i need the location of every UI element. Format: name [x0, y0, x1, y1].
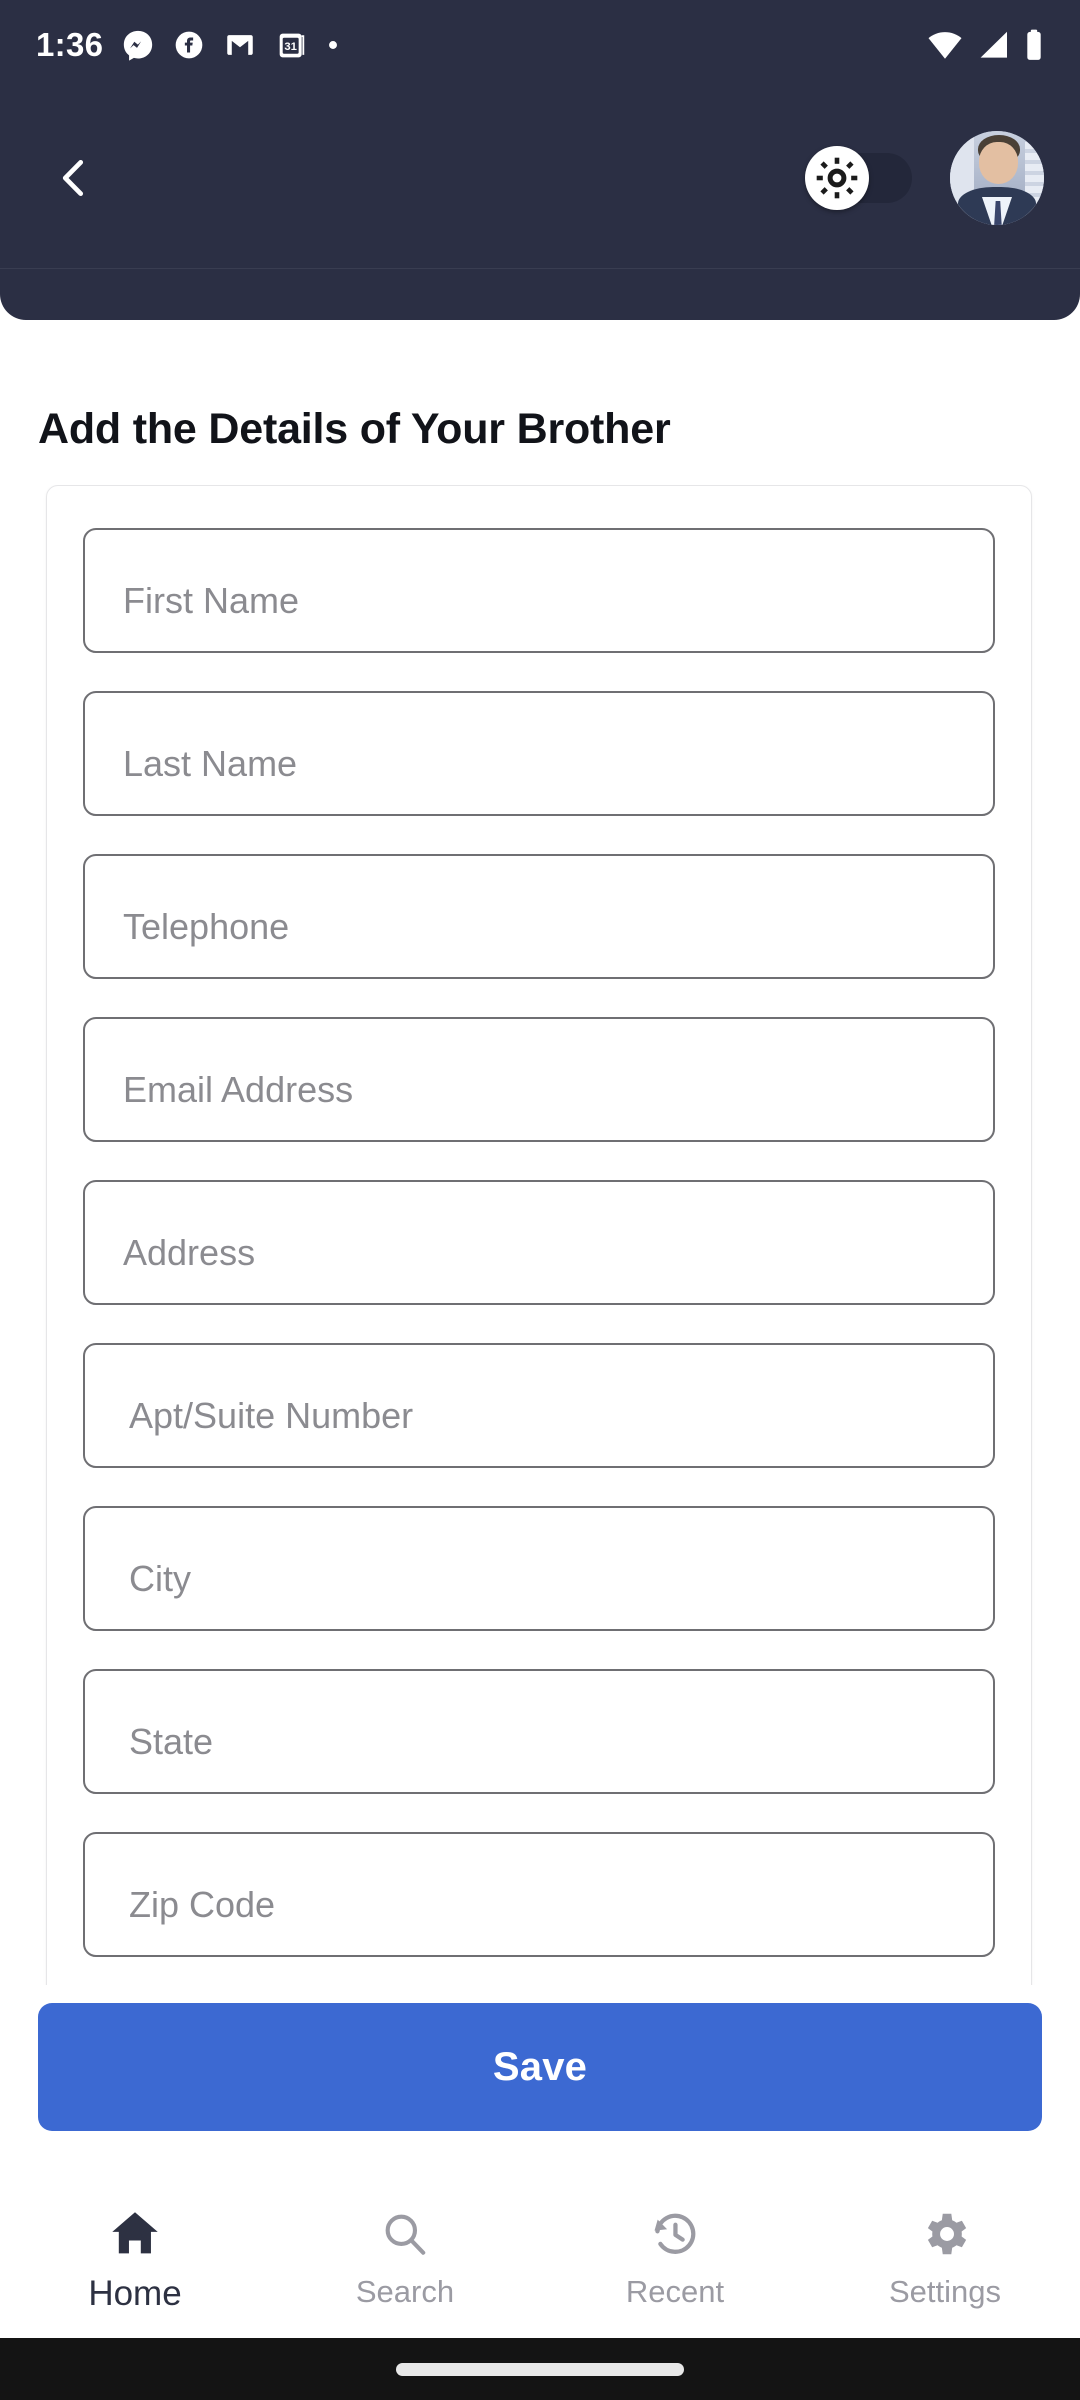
- address-placeholder: Address: [123, 1232, 256, 1273]
- home-icon: [106, 2203, 164, 2265]
- chevron-left-icon: [62, 159, 84, 197]
- theme-toggle[interactable]: [805, 146, 912, 210]
- status-bar-clock: 1:36: [36, 26, 104, 63]
- last-name-placeholder: Last Name: [123, 743, 298, 784]
- page-title: Add the Details of Your Brother: [38, 405, 671, 453]
- status-bar: 1:36 31: [0, 0, 1080, 90]
- form-scroll-area[interactable]: First Name Last Name Telephone Email Add…: [0, 485, 1080, 1985]
- nav-label-search: Search: [355, 2274, 455, 2309]
- nav-item-settings[interactable]: Settings: [810, 2203, 1080, 2310]
- header-divider: [0, 268, 1080, 269]
- form-card: First Name Last Name Telephone Email Add…: [46, 485, 1032, 1985]
- app-screen: 1:36 31 Add the Details of Your Brother …: [0, 0, 1080, 2400]
- bottom-navigation: Home Search Recent Settings: [0, 2185, 1080, 2338]
- svg-text:31: 31: [285, 41, 298, 53]
- cellular-signal-icon: [980, 31, 1007, 58]
- telephone-placeholder: Telephone: [123, 906, 290, 947]
- battery-icon: [1027, 29, 1041, 60]
- gear-icon: [918, 2203, 972, 2265]
- app-header: 1:36 31: [0, 0, 1080, 320]
- search-icon: [379, 2203, 431, 2265]
- first-name-placeholder: First Name: [123, 580, 300, 621]
- header-actions: [805, 131, 1044, 225]
- wifi-icon: [928, 32, 962, 59]
- apt-suite-field[interactable]: Apt/Suite Number: [83, 1343, 995, 1468]
- zip-code-placeholder: Zip Code: [129, 1884, 276, 1925]
- state-field[interactable]: State: [83, 1669, 995, 1794]
- first-name-field[interactable]: First Name: [83, 528, 995, 653]
- messenger-icon: [124, 30, 153, 61]
- nav-label-recent: Recent: [625, 2274, 725, 2309]
- telephone-field[interactable]: Telephone: [83, 854, 995, 979]
- email-field[interactable]: Email Address: [83, 1017, 995, 1142]
- last-name-field[interactable]: Last Name: [83, 691, 995, 816]
- avatar-face: [979, 142, 1018, 184]
- apt-suite-placeholder: Apt/Suite Number: [129, 1395, 414, 1436]
- facebook-icon: [175, 31, 203, 59]
- theme-toggle-knob: [805, 146, 869, 210]
- nav-label-settings: Settings: [888, 2274, 1001, 2309]
- nav-label-home: Home: [88, 2274, 182, 2313]
- back-button[interactable]: [36, 140, 112, 216]
- dot-icon: [329, 41, 338, 49]
- state-placeholder: State: [129, 1721, 214, 1762]
- email-placeholder: Email Address: [123, 1069, 354, 1110]
- nav-item-recent[interactable]: Recent: [540, 2203, 810, 2310]
- status-bar-left: 1:36 31: [36, 26, 340, 64]
- sun-brightness-icon: [816, 157, 858, 199]
- nav-item-search[interactable]: Search: [270, 2203, 540, 2310]
- save-button[interactable]: Save: [38, 2003, 1042, 2131]
- history-icon: [648, 2203, 702, 2265]
- city-field[interactable]: City: [83, 1506, 995, 1631]
- city-placeholder: City: [129, 1558, 191, 1599]
- status-bar-right: [927, 29, 1044, 61]
- avatar[interactable]: [950, 131, 1044, 225]
- address-field[interactable]: Address: [83, 1180, 995, 1305]
- android-gesture-bar: [0, 2338, 1080, 2400]
- nav-item-home[interactable]: Home: [0, 2203, 270, 2314]
- header-nav-row: [0, 118, 1080, 238]
- gmail-icon: [227, 35, 253, 55]
- gesture-handle[interactable]: [396, 2362, 684, 2376]
- calendar-31-icon: 31: [279, 33, 305, 57]
- zip-code-field[interactable]: Zip Code: [83, 1832, 995, 1957]
